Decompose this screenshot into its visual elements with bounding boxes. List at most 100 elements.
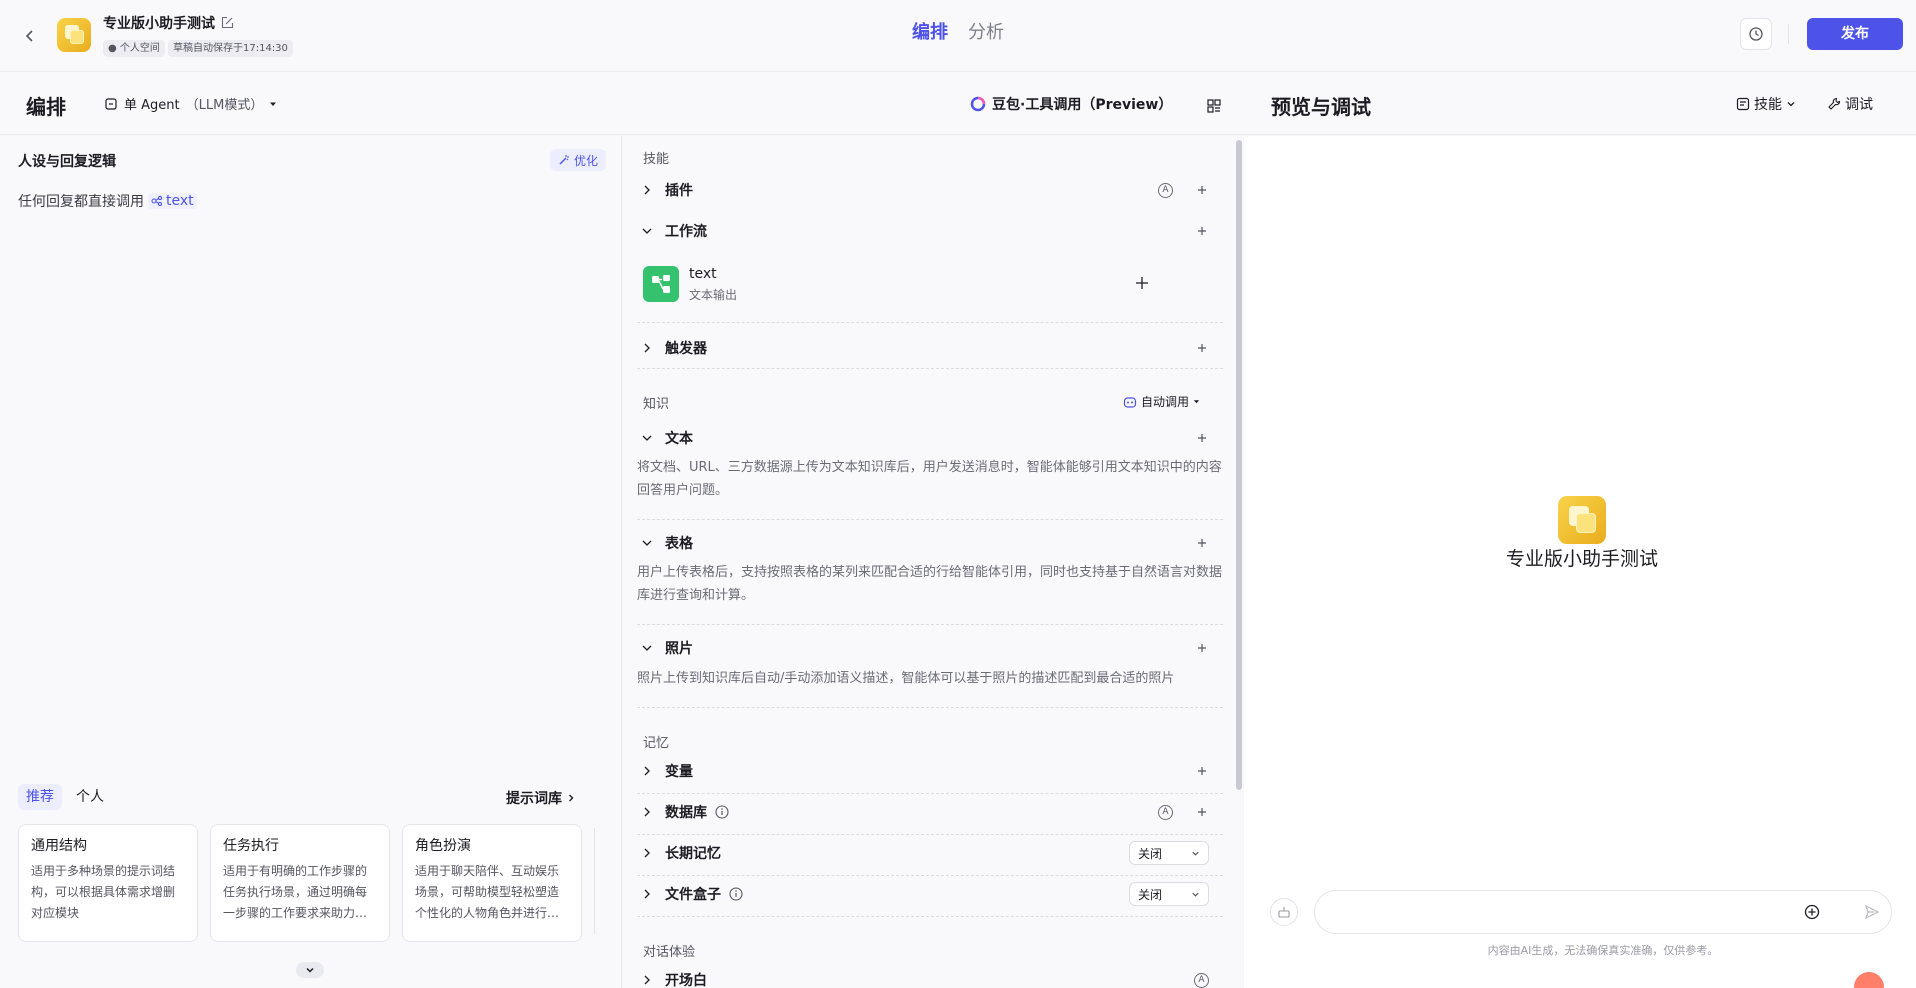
model-select[interactable]: 豆包·工具调用（Preview）: [970, 94, 1172, 114]
publish-button[interactable]: 发布: [1807, 18, 1903, 50]
tab-recommend[interactable]: 推荐: [18, 784, 62, 810]
persona-panel: 人设与回复逻辑 优化 任何回复都直接调用 text 推荐 个人 提示词库 通用结…: [0, 136, 622, 988]
chevron-down-icon: [639, 430, 655, 446]
chevron-down-icon: [1786, 99, 1796, 109]
card-desc: 适用于有明确的工作步骤的任务执行场景，通过明确每一步骤的工作要求来助力…: [223, 864, 368, 920]
workflow-item[interactable]: text 文本输出: [643, 264, 1209, 304]
prompt-text: 任何回复都直接调用: [18, 194, 144, 210]
prompt-lib-label: 提示词库: [506, 791, 562, 807]
card-title: 通用结构: [31, 838, 87, 854]
chevron-down-icon: [1191, 849, 1200, 858]
add-text-icon[interactable]: [1195, 431, 1209, 445]
workflow-icon: [151, 195, 163, 207]
agent-icon: [104, 97, 118, 111]
skill-label: 技能: [1754, 97, 1782, 113]
tab-analysis[interactable]: 分析: [968, 18, 1004, 44]
edit-title: 编排: [26, 95, 66, 119]
tab-personal[interactable]: 个人: [68, 784, 112, 810]
plugin-row[interactable]: 插件 A: [637, 172, 1223, 208]
add-icon[interactable]: [1133, 274, 1151, 292]
divider: [637, 368, 1223, 369]
skill-dropdown[interactable]: 技能: [1736, 94, 1796, 114]
workflow-row[interactable]: 工作流: [637, 213, 1223, 249]
preview-header: 预览与调试 技能 调试: [1244, 72, 1916, 135]
add-workflow-icon[interactable]: [1195, 224, 1209, 238]
card-desc: 适用于多种场景的提示词结构，可以根据具体需求增删对应模块: [31, 864, 176, 920]
workflow-reference-chip[interactable]: text: [148, 193, 197, 209]
photo-knowledge-row[interactable]: 照片: [637, 630, 1223, 666]
auto-icon[interactable]: A: [1158, 804, 1173, 820]
photo-knowledge-desc: 照片上传到知识库后自动/手动添加语义描述，智能体可以基于照片的描述匹配到最合适的…: [637, 671, 1175, 686]
template-card-roleplay[interactable]: 角色扮演 适用于聊天陪伴、互动娱乐场景，可帮助模型轻松塑造个性化的人物角色并进行…: [402, 824, 582, 942]
table-knowledge-row[interactable]: 表格: [637, 525, 1223, 561]
trigger-row[interactable]: 触发器: [637, 330, 1223, 366]
file-box-row[interactable]: 文件盒子 关闭: [637, 876, 1223, 912]
skills-panel: 技能 插件 A 工作流 text 文本输出 触发器 知识 自动调用 文本 将文档…: [623, 136, 1243, 988]
chevron-down-icon: [639, 535, 655, 551]
database-row[interactable]: 数据库 A: [637, 794, 1223, 830]
chevron-right-icon: [639, 972, 655, 988]
group-dialog-label: 对话体验: [643, 945, 696, 960]
expand-button[interactable]: [296, 962, 324, 978]
template-card-general[interactable]: 通用结构 适用于多种场景的提示词结构，可以根据具体需求增删对应模块: [18, 824, 198, 942]
chevron-down-icon: [306, 967, 314, 973]
auto-icon[interactable]: A: [1194, 972, 1209, 988]
add-database-icon[interactable]: [1195, 805, 1209, 819]
add-plugin-icon[interactable]: [1195, 183, 1209, 197]
group-knowledge-label: 知识: [643, 397, 670, 412]
preview-bot-name: 专业版小助手测试: [1505, 548, 1658, 570]
auto-icon[interactable]: A: [1158, 182, 1173, 198]
workflow-desc: 文本输出: [689, 288, 738, 302]
divider: [637, 707, 1223, 708]
trigger-label: 触发器: [665, 341, 707, 357]
caret-down-icon: [269, 100, 277, 108]
prompt-editor[interactable]: 任何回复都直接调用 text: [18, 191, 197, 211]
edit-icon[interactable]: [219, 14, 235, 30]
bot-name: 专业版小助手测试: [103, 16, 215, 32]
send-icon[interactable]: [1862, 902, 1882, 922]
add-trigger-icon[interactable]: [1195, 341, 1209, 355]
opening-label: 开场白: [665, 973, 707, 988]
chevron-down-icon: [1191, 890, 1200, 899]
file-box-select[interactable]: 关闭: [1129, 882, 1209, 906]
model-label: 豆包·工具调用（Preview）: [992, 97, 1173, 113]
bot-avatar[interactable]: [57, 18, 91, 52]
add-table-icon[interactable]: [1195, 536, 1209, 550]
workflow-label: 工作流: [665, 224, 707, 240]
file-box-label: 文件盒子: [665, 887, 721, 903]
optimize-button[interactable]: 优化: [550, 149, 607, 171]
agent-mode-select[interactable]: 单 Agent （LLM模式）: [104, 94, 277, 113]
top-bar: 专业版小助手测试 ● 个人空间 草稿自动保存于17:14:30 编排 分析 发布: [0, 0, 1916, 72]
card-title: 任务执行: [223, 838, 279, 854]
prompt-lib-link[interactable]: 提示词库: [506, 788, 576, 808]
opening-row[interactable]: 开场白 A: [637, 962, 1223, 988]
info-icon[interactable]: [715, 805, 729, 819]
divider: [637, 519, 1223, 520]
card-title: 角色扮演: [415, 838, 471, 854]
tab-arrange[interactable]: 编排: [912, 18, 948, 44]
clear-chat-button[interactable]: [1270, 898, 1298, 926]
long-memory-select[interactable]: 关闭: [1129, 841, 1209, 865]
history-icon: [1749, 27, 1763, 41]
auto-call-dropdown[interactable]: 自动调用: [1123, 393, 1200, 410]
chevron-down-icon: [639, 223, 655, 239]
variable-row[interactable]: 变量: [637, 753, 1223, 789]
long-memory-row[interactable]: 长期记忆 关闭: [637, 835, 1223, 871]
magic-wand-icon: [558, 154, 570, 166]
preview-panel: 专业版小助手测试 内容由AI生成，无法确保真实准确，仅供参考。: [1244, 136, 1916, 988]
debug-button[interactable]: 调试: [1827, 94, 1873, 114]
add-attachment-icon[interactable]: [1802, 902, 1822, 922]
info-icon[interactable]: [729, 887, 743, 901]
text-knowledge-row[interactable]: 文本: [637, 420, 1223, 456]
add-photo-icon[interactable]: [1195, 641, 1209, 655]
agent-mode-sub: （LLM模式）: [185, 98, 264, 113]
broom-icon: [1278, 907, 1290, 918]
history-button[interactable]: [1740, 18, 1772, 50]
edit-header: 编排 单 Agent （LLM模式） 豆包·工具调用（Preview）: [0, 72, 1244, 135]
add-variable-icon[interactable]: [1195, 764, 1209, 778]
grid-settings-icon[interactable]: [1205, 97, 1223, 115]
scrollbar[interactable]: [1236, 140, 1242, 790]
back-icon[interactable]: [18, 24, 42, 48]
database-label: 数据库: [665, 805, 707, 821]
template-card-task[interactable]: 任务执行 适用于有明确的工作步骤的任务执行场景，通过明确每一步骤的工作要求来助力…: [210, 824, 390, 942]
